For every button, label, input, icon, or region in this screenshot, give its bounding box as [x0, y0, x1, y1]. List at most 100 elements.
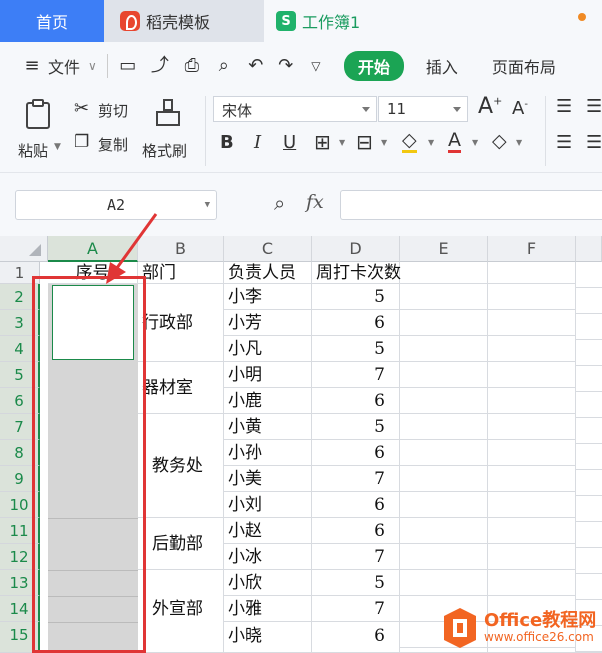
menu-bar: ≡ 文件 ∨ ▭ ⤴ ⎙ ⌕ ↶ ↷ ▽ 开始 插入 页面布局 — [0, 42, 602, 90]
count-cell[interactable]: 6 — [312, 388, 400, 414]
align-top-icon[interactable]: ☰ — [556, 96, 572, 117]
count-cell[interactable]: 7 — [312, 466, 400, 492]
person-cell[interactable]: 小赵 — [224, 518, 312, 544]
person-cell[interactable]: 小冰 — [224, 544, 312, 570]
align-center-icon[interactable]: ☰ — [586, 132, 602, 153]
print-preview-icon[interactable]: ⌕ — [214, 56, 234, 76]
person-cell[interactable]: 小欣 — [224, 570, 312, 596]
count-cell[interactable]: 6 — [312, 518, 400, 544]
merge-cells-icon[interactable]: ⊟ — [356, 130, 373, 154]
fill-color-icon[interactable]: ◇ — [402, 130, 417, 153]
format-painter-label: 格式刷 — [142, 142, 188, 160]
redo-icon[interactable]: ↷ — [276, 56, 296, 76]
hamburger-icon: ≡ — [24, 55, 40, 76]
person-cell[interactable]: 小芳 — [224, 310, 312, 336]
person-cell[interactable]: 小凡 — [224, 336, 312, 362]
column-header-next[interactable] — [576, 236, 602, 262]
tab-home[interactable]: 首页 — [0, 0, 104, 42]
increase-font-icon[interactable]: A+ — [478, 94, 502, 119]
chevron-down-icon: ▼ — [339, 138, 346, 147]
count-cell[interactable]: 5 — [312, 336, 400, 362]
borders-icon[interactable]: ⊞ — [314, 130, 331, 154]
department-cell[interactable]: 教务处 — [138, 414, 224, 518]
count-cell[interactable]: 7 — [312, 362, 400, 388]
empty-column-g[interactable] — [576, 262, 602, 653]
unsaved-dot-icon — [578, 13, 586, 21]
column-header-e[interactable]: E — [400, 236, 488, 262]
person-cell[interactable]: 小鹿 — [224, 388, 312, 414]
tab-templates[interactable]: 稻壳模板 — [104, 0, 262, 42]
font-name-select[interactable]: 宋体 — [213, 96, 377, 122]
formula-input[interactable] — [340, 190, 602, 220]
person-cell[interactable]: 小美 — [224, 466, 312, 492]
person-cell[interactable]: 小孙 — [224, 440, 312, 466]
more-icon[interactable]: ▽ — [306, 56, 326, 76]
tab-insert[interactable]: 插入 — [426, 54, 458, 78]
tab-workbook[interactable]: S 工作簿1 — [264, 0, 602, 42]
empty-column-f[interactable] — [488, 284, 576, 653]
tab-page-layout[interactable]: 页面布局 — [492, 54, 556, 78]
department-cell[interactable]: 外宣部 — [138, 570, 224, 653]
tab-start[interactable]: 开始 — [343, 51, 404, 81]
empty-cell[interactable] — [488, 262, 576, 284]
person-cell[interactable]: 小刘 — [224, 492, 312, 518]
cut-button[interactable]: ✂ 剪切 — [74, 98, 136, 124]
export-icon[interactable]: ⤴ — [150, 56, 170, 76]
copy-icon: ❐ — [74, 132, 90, 152]
person-cell[interactable]: 小明 — [224, 362, 312, 388]
undo-icon[interactable]: ↶ — [246, 56, 266, 76]
print-icon[interactable]: ⎙ — [182, 56, 202, 76]
zoom-search-icon[interactable]: ⌕ — [274, 191, 285, 215]
count-cell[interactable]: 7 — [312, 544, 400, 570]
count-cell[interactable]: 5 — [312, 414, 400, 440]
chevron-down-icon — [453, 107, 461, 112]
department-cell[interactable]: 后勤部 — [138, 518, 224, 570]
spreadsheet-icon: S — [276, 11, 296, 31]
count-cell[interactable]: 7 — [312, 596, 400, 622]
italic-button[interactable]: I — [254, 132, 261, 153]
count-cell[interactable]: 6 — [312, 622, 400, 653]
underline-button[interactable]: U — [283, 132, 296, 153]
count-cell[interactable]: 6 — [312, 440, 400, 466]
menu-divider — [106, 54, 108, 78]
format-painter-button[interactable]: 格式刷 — [142, 96, 198, 166]
bold-button[interactable]: B — [220, 132, 234, 153]
count-cell[interactable]: 5 — [312, 284, 400, 310]
file-menu[interactable]: ≡ 文件 ∨ — [22, 54, 96, 78]
copy-button[interactable]: ❐ 复制 — [74, 132, 136, 158]
annotation-arrow-icon — [106, 213, 158, 284]
font-color-button[interactable]: A — [448, 130, 461, 153]
watermark-url: www.office26.com — [484, 630, 594, 644]
count-cell[interactable]: 6 — [312, 492, 400, 518]
department-cell[interactable]: 器材室 — [138, 362, 224, 414]
save-icon[interactable]: ▭ — [118, 56, 138, 76]
align-left-icon[interactable]: ☰ — [556, 132, 572, 153]
decrease-font-icon[interactable]: A- — [512, 98, 528, 119]
file-menu-label: 文件 — [48, 58, 81, 77]
fx-button[interactable]: fx — [306, 191, 324, 213]
column-header-d[interactable]: D — [312, 236, 400, 262]
header-cell-count[interactable]: 周打卡次数 — [312, 262, 401, 284]
brush-icon — [156, 99, 180, 126]
count-cell[interactable]: 6 — [312, 310, 400, 336]
person-cell[interactable]: 小雅 — [224, 596, 312, 622]
align-middle-icon[interactable]: ☰ — [586, 96, 602, 117]
empty-cell[interactable] — [400, 262, 488, 284]
ribbon-divider — [205, 96, 206, 166]
person-cell[interactable]: 小黄 — [224, 414, 312, 440]
font-size-value: 11 — [387, 100, 407, 118]
select-all-corner[interactable] — [0, 236, 48, 262]
person-cell[interactable]: 小晓 — [224, 622, 312, 653]
column-header-f[interactable]: F — [488, 236, 576, 262]
column-header-c[interactable]: C — [224, 236, 312, 262]
chevron-down-icon: ▼ — [204, 200, 210, 210]
clear-format-icon[interactable]: ◇ — [492, 130, 507, 152]
empty-column-e[interactable] — [400, 284, 488, 653]
count-cell[interactable]: 5 — [312, 570, 400, 596]
person-cell[interactable]: 小李 — [224, 284, 312, 310]
font-size-select[interactable]: 11 — [378, 96, 468, 122]
department-cell[interactable]: 行政部 — [138, 284, 224, 362]
header-cell-person[interactable]: 负责人员 — [224, 262, 312, 284]
spreadsheet-grid: A B C D E F 1 2 3 4 5 6 7 8 9 10 11 12 1… — [0, 213, 602, 653]
paste-button[interactable]: 粘贴 ▼ — [16, 96, 66, 166]
